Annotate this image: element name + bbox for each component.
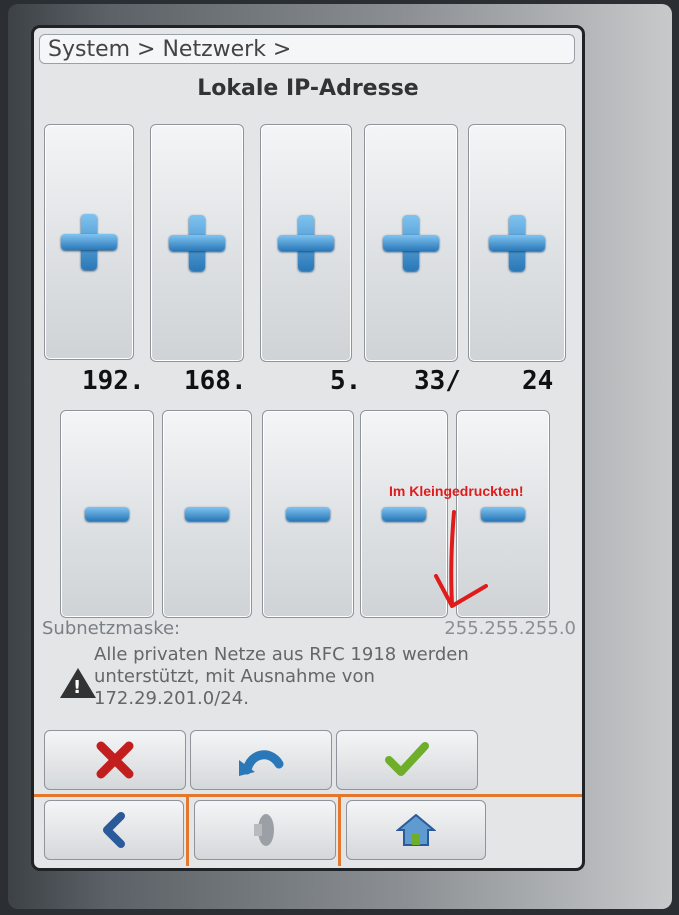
plus-icon [61,214,117,270]
decrement-octet-1-button[interactable] [60,410,154,618]
plus-icon [278,215,334,271]
plus-icon [489,215,545,271]
home-icon [396,813,436,846]
octet-3-value: 5. [330,366,362,396]
red-x-icon [96,741,134,779]
breadcrumb[interactable]: System > Netzwerk > [39,34,575,64]
subnet-mask-label: Subnetzmaske: [42,618,181,639]
plus-icon [383,215,439,271]
info-text: Alle privaten Netze aus RFC 1918 werden … [94,644,469,709]
increment-octet-2-button[interactable] [150,124,244,362]
cancel-button[interactable] [44,730,186,790]
decrement-octet-3-button[interactable] [262,410,354,618]
subnet-mask-value: 255.255.255.0 [444,618,576,639]
prefix-value: 24 [522,366,554,396]
speaker-icon [254,814,274,846]
back-button[interactable] [44,800,184,860]
nav-separator [338,796,341,866]
octet-1-value: 192. [82,366,145,396]
warning-icon [60,668,96,698]
increment-octet-1-button[interactable] [44,124,134,360]
page-title: Lokale IP-Adresse [197,76,419,101]
increment-prefix-button[interactable] [468,124,566,362]
octet-2-value: 168. [184,366,247,396]
plus-icon [169,215,225,271]
minus-icon [185,507,229,521]
undo-button[interactable] [190,730,332,790]
home-button[interactable] [346,800,486,860]
volume-button[interactable] [194,800,336,860]
touch-screen: System > Netzwerk > Lokale IP-Adresse 19… [34,28,582,868]
annotation-arrow-icon [434,510,488,608]
chevron-left-icon [103,812,125,848]
increment-octet-4-button[interactable] [364,124,458,362]
nav-divider [34,794,582,797]
nav-separator [186,796,189,866]
undo-arrow-icon [239,750,284,776]
green-check-icon [385,742,429,776]
minus-icon [382,507,426,521]
confirm-button[interactable] [336,730,478,790]
annotation-text: Im Kleingedruckten! [389,483,524,499]
octet-4-value: 33/ [414,366,461,396]
increment-octet-3-button[interactable] [260,124,352,362]
decrement-octet-2-button[interactable] [162,410,252,618]
minus-icon [85,507,129,521]
minus-icon [286,507,330,521]
